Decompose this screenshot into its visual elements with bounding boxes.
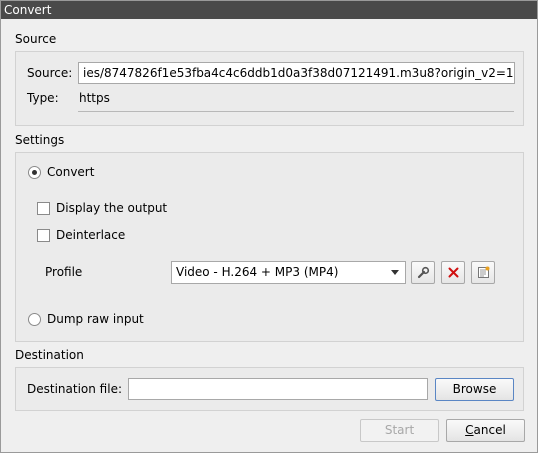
- type-label: Type:: [27, 91, 59, 105]
- settings-section-title: Settings: [15, 133, 65, 147]
- cancel-label: ancel: [473, 423, 506, 437]
- type-value: https: [79, 91, 110, 105]
- profile-label: Profile: [45, 265, 83, 279]
- window-title: Convert: [1, 1, 537, 19]
- convert-radio[interactable]: [28, 166, 41, 179]
- convert-dialog: Convert Source Source: ies/8747826f1e53f…: [0, 0, 538, 453]
- dump-raw-label[interactable]: Dump raw input: [47, 312, 144, 326]
- cancel-button[interactable]: Cancel: [446, 419, 525, 442]
- destination-group: Destination file: Browse: [15, 367, 524, 411]
- source-input[interactable]: ies/8747826f1e53fba4c4c6ddb1d0a3f38d0712…: [78, 62, 515, 84]
- destination-file-input[interactable]: [128, 378, 428, 400]
- wrench-icon: [417, 266, 430, 279]
- source-label: Source:: [27, 66, 73, 80]
- chevron-down-icon: [391, 270, 399, 275]
- profile-select-value: Video - H.264 + MP3 (MP4): [176, 265, 339, 279]
- settings-group: Convert Display the output Deinterlace P…: [15, 152, 524, 342]
- edit-profile-button[interactable]: [411, 261, 435, 284]
- source-divider: [78, 111, 514, 112]
- start-button[interactable]: Start: [360, 419, 439, 442]
- source-section-title: Source: [15, 32, 57, 46]
- cancel-mnemonic: C: [465, 423, 474, 437]
- browse-button[interactable]: Browse: [435, 378, 514, 401]
- delete-profile-button[interactable]: [441, 261, 465, 284]
- display-output-checkbox[interactable]: [37, 202, 50, 215]
- new-profile-button[interactable]: [471, 261, 495, 284]
- destination-section-title: Destination: [15, 348, 84, 362]
- convert-label[interactable]: Convert: [47, 165, 94, 179]
- source-group: Source: ies/8747826f1e53fba4c4c6ddb1d0a3…: [15, 51, 524, 126]
- display-output-label[interactable]: Display the output: [56, 201, 167, 215]
- dump-raw-radio[interactable]: [28, 313, 41, 326]
- profile-select[interactable]: Video - H.264 + MP3 (MP4): [171, 261, 406, 284]
- destination-file-label: Destination file:: [27, 382, 122, 396]
- red-x-icon: [448, 267, 459, 278]
- document-icon: [478, 266, 490, 278]
- deinterlace-checkbox[interactable]: [37, 229, 50, 242]
- deinterlace-label[interactable]: Deinterlace: [56, 228, 125, 242]
